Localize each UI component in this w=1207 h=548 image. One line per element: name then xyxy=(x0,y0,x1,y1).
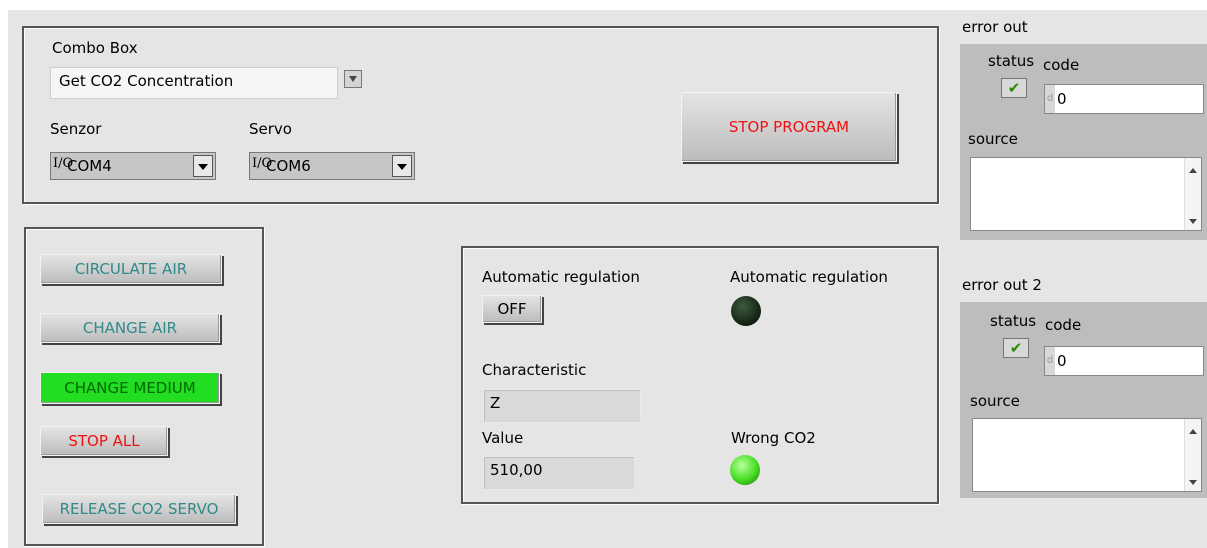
error-out-status-label: status xyxy=(988,52,1035,70)
senzor-value: COM4 xyxy=(67,157,112,175)
servo-value: COM6 xyxy=(266,157,311,175)
error-out-2-source-scrollbar[interactable] xyxy=(1184,419,1201,491)
value-label: Value xyxy=(482,429,524,447)
auto-regulation-indicator-label: Automatic regulation xyxy=(730,268,888,286)
error-out-2-status-check-icon[interactable]: ✔ xyxy=(1003,338,1029,358)
auto-regulation-label: Automatic regulation xyxy=(482,268,640,286)
error-out-2-title: error out 2 xyxy=(962,276,1042,294)
error-out-2-source-label: source xyxy=(970,392,1020,410)
error-out-source-scrollbar[interactable] xyxy=(1184,158,1201,230)
error-out-code-value: 0 xyxy=(1057,90,1067,108)
servo-dropdown-icon[interactable] xyxy=(392,155,412,177)
circulate-air-button[interactable]: CIRCULATE AIR xyxy=(40,254,222,284)
change-air-button[interactable]: CHANGE AIR xyxy=(40,313,220,343)
scroll-down-icon[interactable] xyxy=(1189,219,1197,224)
combo-box-input[interactable]: Get CO2 Concentration xyxy=(50,67,338,99)
error-out-2-status-label: status xyxy=(990,312,1037,330)
scroll-up-icon[interactable] xyxy=(1189,429,1197,434)
error-out-status-check-icon[interactable]: ✔ xyxy=(1001,78,1027,98)
error-out-2-code-value: 0 xyxy=(1057,352,1067,370)
scroll-down-icon[interactable] xyxy=(1189,480,1197,485)
numeric-format-icon: d xyxy=(1045,85,1055,113)
scroll-up-icon[interactable] xyxy=(1189,168,1197,173)
error-out-source-field[interactable] xyxy=(970,157,1202,231)
error-out-title: error out xyxy=(962,18,1028,36)
wrong-co2-led xyxy=(730,455,760,485)
auto-regulation-led xyxy=(731,296,761,326)
characteristic-value: Z xyxy=(483,389,641,423)
senzor-dropdown-icon[interactable] xyxy=(193,155,213,177)
wrong-co2-label: Wrong CO2 xyxy=(731,429,816,447)
servo-select[interactable]: I/O COM6 xyxy=(249,152,415,180)
senzor-select[interactable]: I/O COM4 xyxy=(50,152,216,180)
error-out-code-label: code xyxy=(1043,56,1080,74)
senzor-label: Senzor xyxy=(50,120,102,138)
stop-all-button[interactable]: STOP ALL xyxy=(40,426,168,456)
error-out-2-code-label: code xyxy=(1045,316,1082,334)
error-out-2-source-field[interactable] xyxy=(972,418,1202,492)
release-co2-servo-button[interactable]: RELEASE CO2 SERVO xyxy=(42,494,236,524)
characteristic-label: Characteristic xyxy=(482,361,587,379)
error-out-source-label: source xyxy=(968,130,1018,148)
value-display: 510,00 xyxy=(483,456,635,490)
combo-box-dropdown-icon[interactable] xyxy=(344,70,362,88)
combo-box-label: Combo Box xyxy=(52,39,138,57)
error-out-2-code-field[interactable]: d 0 xyxy=(1044,346,1204,376)
servo-label: Servo xyxy=(249,120,292,138)
numeric-format-icon: d xyxy=(1045,347,1055,375)
error-out-code-field[interactable]: d 0 xyxy=(1044,84,1204,114)
change-medium-button[interactable]: CHANGE MEDIUM xyxy=(40,372,220,404)
stop-program-button[interactable]: STOP PROGRAM xyxy=(681,92,897,162)
auto-regulation-toggle[interactable]: OFF xyxy=(482,295,542,323)
